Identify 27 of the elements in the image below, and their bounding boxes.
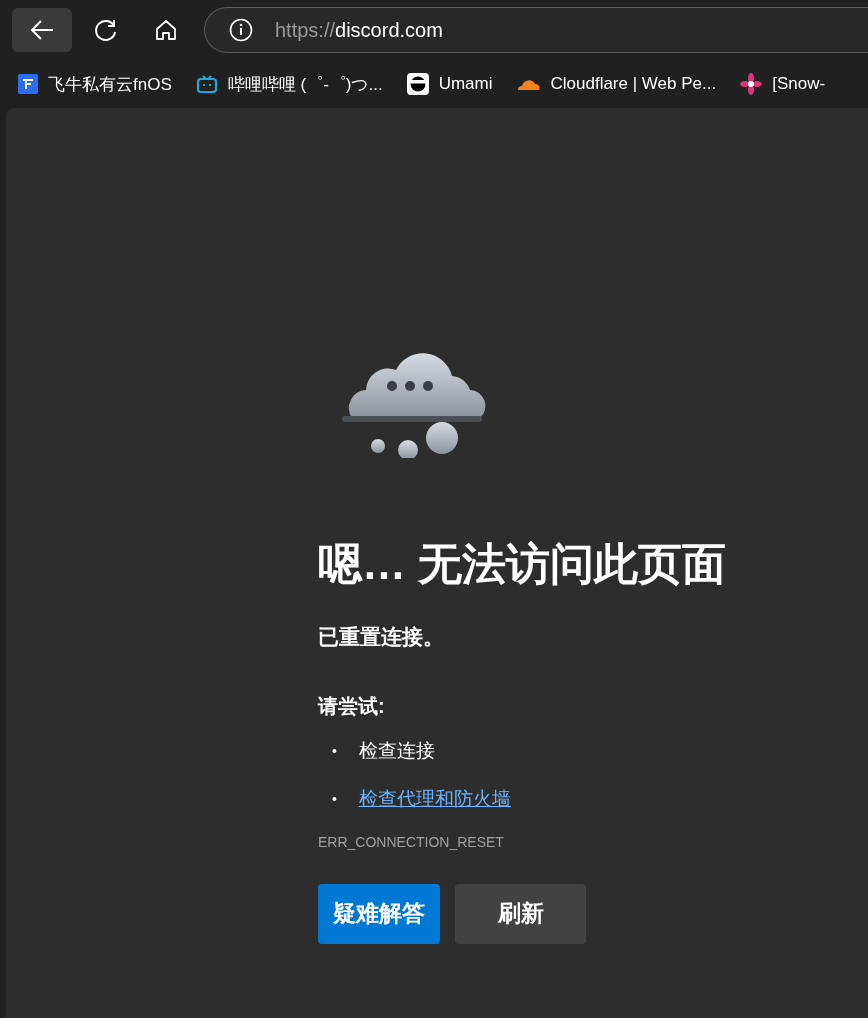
home-icon [154, 18, 178, 42]
address-bar[interactable]: https://discord.com [204, 7, 868, 53]
refresh-icon [93, 17, 119, 43]
bookmark-item[interactable]: [Snow- [740, 73, 826, 95]
error-title: 嗯… 无法访问此页面 [318, 538, 728, 590]
bookmark-item[interactable]: Cloudflare | Web Pe... [516, 74, 717, 94]
bullet: • [332, 742, 337, 759]
info-icon [229, 18, 253, 42]
troubleshoot-button[interactable]: 疑难解答 [318, 883, 440, 944]
suggestion-link[interactable]: 检查代理和防火墙 [358, 785, 511, 812]
refresh-page-button[interactable]: 刷新 [455, 883, 586, 944]
back-arrow-icon [29, 19, 55, 41]
bookmark-item[interactable]: 哔哩哔哩 (゜-゜)つ... [195, 72, 383, 96]
error-subtitle: 已重置连接。 [318, 623, 445, 650]
bullet: • [332, 790, 337, 807]
suggestion-text: 检查连接 [358, 738, 435, 763]
bookmark-item[interactable]: 飞牛私有云fnOS [18, 72, 172, 96]
cloud-icon [516, 77, 541, 91]
suggestions-heading: 请尝试: [318, 693, 386, 719]
tv-icon [195, 74, 218, 94]
flower-icon [740, 73, 763, 95]
back-button[interactable] [12, 8, 72, 52]
umami-logo-icon [406, 73, 429, 95]
bookmark-item[interactable]: Umami [406, 73, 493, 95]
url-text: https://discord.com [275, 18, 443, 42]
fnos-logo-icon [18, 74, 38, 94]
error-code: ERR_CONNECTION_RESET [318, 833, 505, 850]
